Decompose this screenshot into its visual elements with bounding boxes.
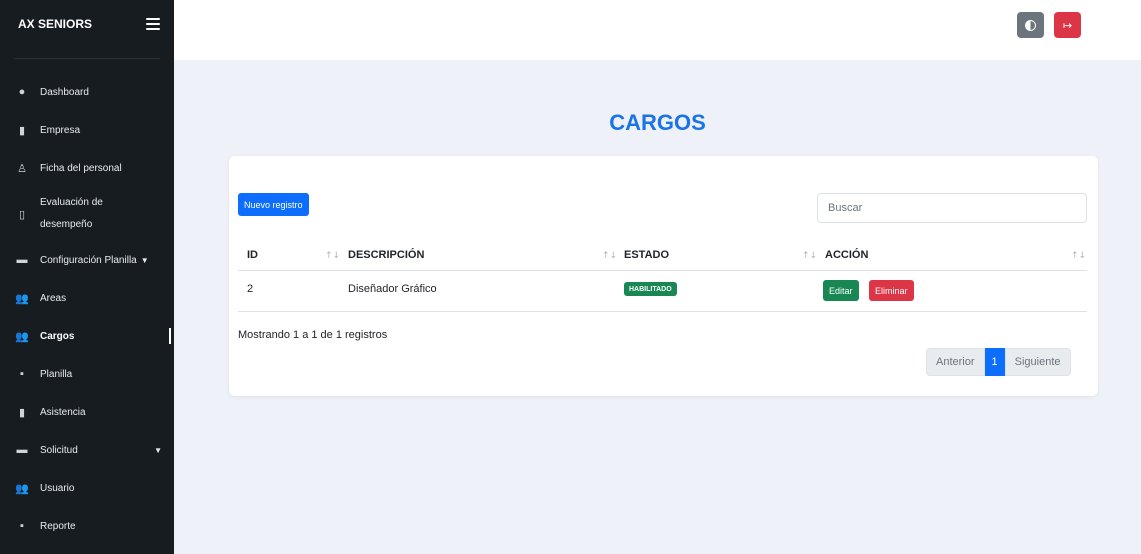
brand: AX SENIORS [0,0,174,48]
sidebar-item-reporte[interactable]: ▪ Reporte [0,507,174,545]
column-header-descripcion[interactable]: DESCRIPCIÓN [348,249,424,261]
clipboard-icon: ▯ [18,208,26,221]
logout-button[interactable]: ↦ [1054,12,1081,38]
topbar: ↦ [174,0,1141,60]
edit-button[interactable]: Editar [823,280,859,301]
sidebar-item-label-line2: desempeño [40,219,93,230]
file-icon: ▪ [20,368,24,380]
contrast-icon [1025,19,1036,31]
sidebar-item-label: Solicitud [40,444,78,456]
sidebar-item-areas[interactable]: 👥 Areas [0,279,174,317]
chevron-down-icon: ▼ [154,445,162,455]
sidebar: AX SENIORS ● Dashboard ▮ Empresa ♙ Ficha… [0,0,174,554]
delete-button[interactable]: Eliminar [869,280,914,301]
sidebar-item-label: Cargos [40,330,75,342]
sidebar-item-label: Asistencia [40,406,86,418]
sidebar-item-label: Configuración Planilla [40,254,137,266]
chevron-down-icon: ▼ [140,255,149,265]
sidebar-item-label: Reporte [40,520,76,532]
sidebar-item-ficha-personal[interactable]: ♙ Ficha del personal [0,149,174,187]
sidebar-divider [14,58,160,59]
user-icon: ♙ [17,162,27,175]
column-header-estado[interactable]: ESTADO [624,249,669,261]
menu-toggle-icon[interactable] [146,18,160,30]
pagination: Anterior 1 Siguiente [926,348,1071,376]
active-indicator [169,328,171,344]
cell-id: 2 [247,283,254,295]
users-icon: 👥 [15,292,29,305]
sidebar-item-label: Empresa [40,124,81,136]
sort-icon[interactable]: ↑↓ [802,251,817,261]
sidebar-item-asistencia[interactable]: ▮ Asistencia [0,393,174,431]
table-card: Nuevo registro ID ↑↓ DESCRIPCIÓN ↑↓ ESTA… [229,156,1098,396]
sidebar-item-planilla[interactable]: ▪ Planilla [0,355,174,393]
calendar-icon: ▮ [18,406,26,419]
report-icon: ▪ [20,520,24,532]
folder-icon: ▬ [16,254,28,266]
table-row-divider [238,311,1087,312]
sidebar-item-empresa[interactable]: ▮ Empresa [0,111,174,149]
table-info: Mostrando 1 a 1 de 1 registros [238,329,388,341]
sidebar-item-label: Ficha del personal [40,162,122,174]
brand-title: AX SENIORS [18,17,93,31]
sidebar-item-cargos[interactable]: 👥 Cargos [0,317,174,355]
theme-toggle-button[interactable] [1017,12,1044,38]
sidebar-item-label: Usuario [40,482,75,494]
building-icon: ▮ [18,124,26,137]
sort-icon[interactable]: ↑↓ [1071,251,1086,261]
cell-descripcion: Diseñador Gráfico [348,283,437,295]
sidebar-item-label: Planilla [40,368,73,380]
column-header-accion[interactable]: ACCIÓN [825,249,868,261]
sidebar-item-configuracion-planilla[interactable]: ▬ Configuración Planilla ▼ [0,241,174,279]
sidebar-item-label: Areas [40,292,67,304]
logout-icon: ↦ [1062,18,1073,32]
new-record-button[interactable]: Nuevo registro [238,193,309,216]
pagination-page-current[interactable]: 1 [984,348,1005,376]
search-input[interactable] [817,193,1087,223]
column-header-id[interactable]: ID [247,249,258,261]
page-title: CARGOS [609,110,706,135]
status-badge: HABILITADO [624,282,677,296]
sidebar-item-usuario[interactable]: 👥 Usuario [0,469,174,507]
users-icon: 👥 [15,482,29,495]
users-icon: 👥 [15,330,29,343]
pagination-previous[interactable]: Anterior [926,348,985,376]
sort-icon[interactable]: ↑↓ [325,251,340,261]
sidebar-item-label: Evaluación de desempeño [40,192,103,236]
sort-icon[interactable]: ↑↓ [602,251,617,261]
sidebar-item-dashboard[interactable]: ● Dashboard [0,73,174,111]
sidebar-item-label: Dashboard [40,86,89,98]
folder-icon: ▬ [16,444,28,456]
pagination-next[interactable]: Siguiente [1004,348,1071,376]
sidebar-item-evaluacion[interactable]: ▯ Evaluación de desempeño [0,187,174,241]
dashboard-icon: ● [18,86,26,98]
table-header-divider [238,270,1087,271]
sidebar-item-label-line1: Evaluación de [40,197,103,208]
sidebar-item-solicitud[interactable]: ▬ Solicitud ▼ [0,431,174,469]
